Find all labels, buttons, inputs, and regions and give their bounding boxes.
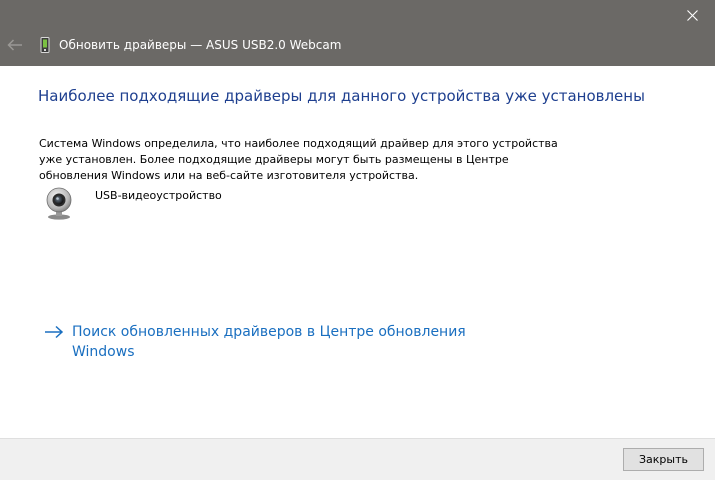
- title-bar: Обновить драйверы — ASUS USB2.0 Webcam: [0, 0, 715, 66]
- window-title: Обновить драйверы — ASUS USB2.0 Webcam: [59, 38, 342, 52]
- window-close-button[interactable]: [669, 0, 715, 31]
- close-button[interactable]: Закрыть: [623, 448, 704, 471]
- content-area: Наиболее подходящие драйверы для данного…: [0, 66, 715, 438]
- update-drivers-dialog: Обновить драйверы — ASUS USB2.0 Webcam Н…: [0, 0, 715, 480]
- device-icon: [40, 37, 50, 53]
- device-name: USB-видеоустройство: [95, 189, 222, 202]
- windows-update-link-text[interactable]: Поиск обновленных драйверов в Центре обн…: [72, 322, 482, 358]
- description-text: Система Windows определила, что наиболее…: [39, 137, 558, 182]
- device-row: USB-видеоустройство: [44, 186, 344, 226]
- footer-bar: Закрыть: [0, 438, 715, 480]
- back-arrow-icon: [7, 39, 22, 51]
- windows-update-link[interactable]: Поиск обновленных драйверов в Центре обн…: [44, 322, 484, 358]
- close-icon: [686, 10, 698, 21]
- arrow-right-icon: [45, 325, 64, 339]
- webcam-icon: [46, 187, 72, 220]
- back-button[interactable]: [4, 36, 26, 54]
- page-heading: Наиболее подходящие драйверы для данного…: [38, 87, 645, 105]
